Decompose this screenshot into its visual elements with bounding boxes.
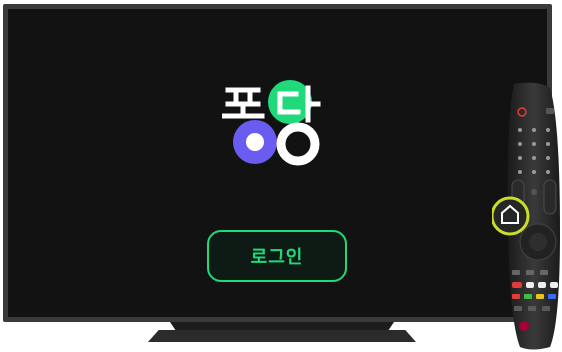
- tv-stand-base: [148, 330, 416, 342]
- home-button-highlight: [492, 196, 530, 236]
- tv-remote: [492, 82, 560, 350]
- lg-logo: [519, 321, 529, 331]
- app-logo: [222, 80, 321, 166]
- logo-green-shape: [268, 80, 312, 124]
- login-button[interactable]: 로그인: [207, 230, 347, 282]
